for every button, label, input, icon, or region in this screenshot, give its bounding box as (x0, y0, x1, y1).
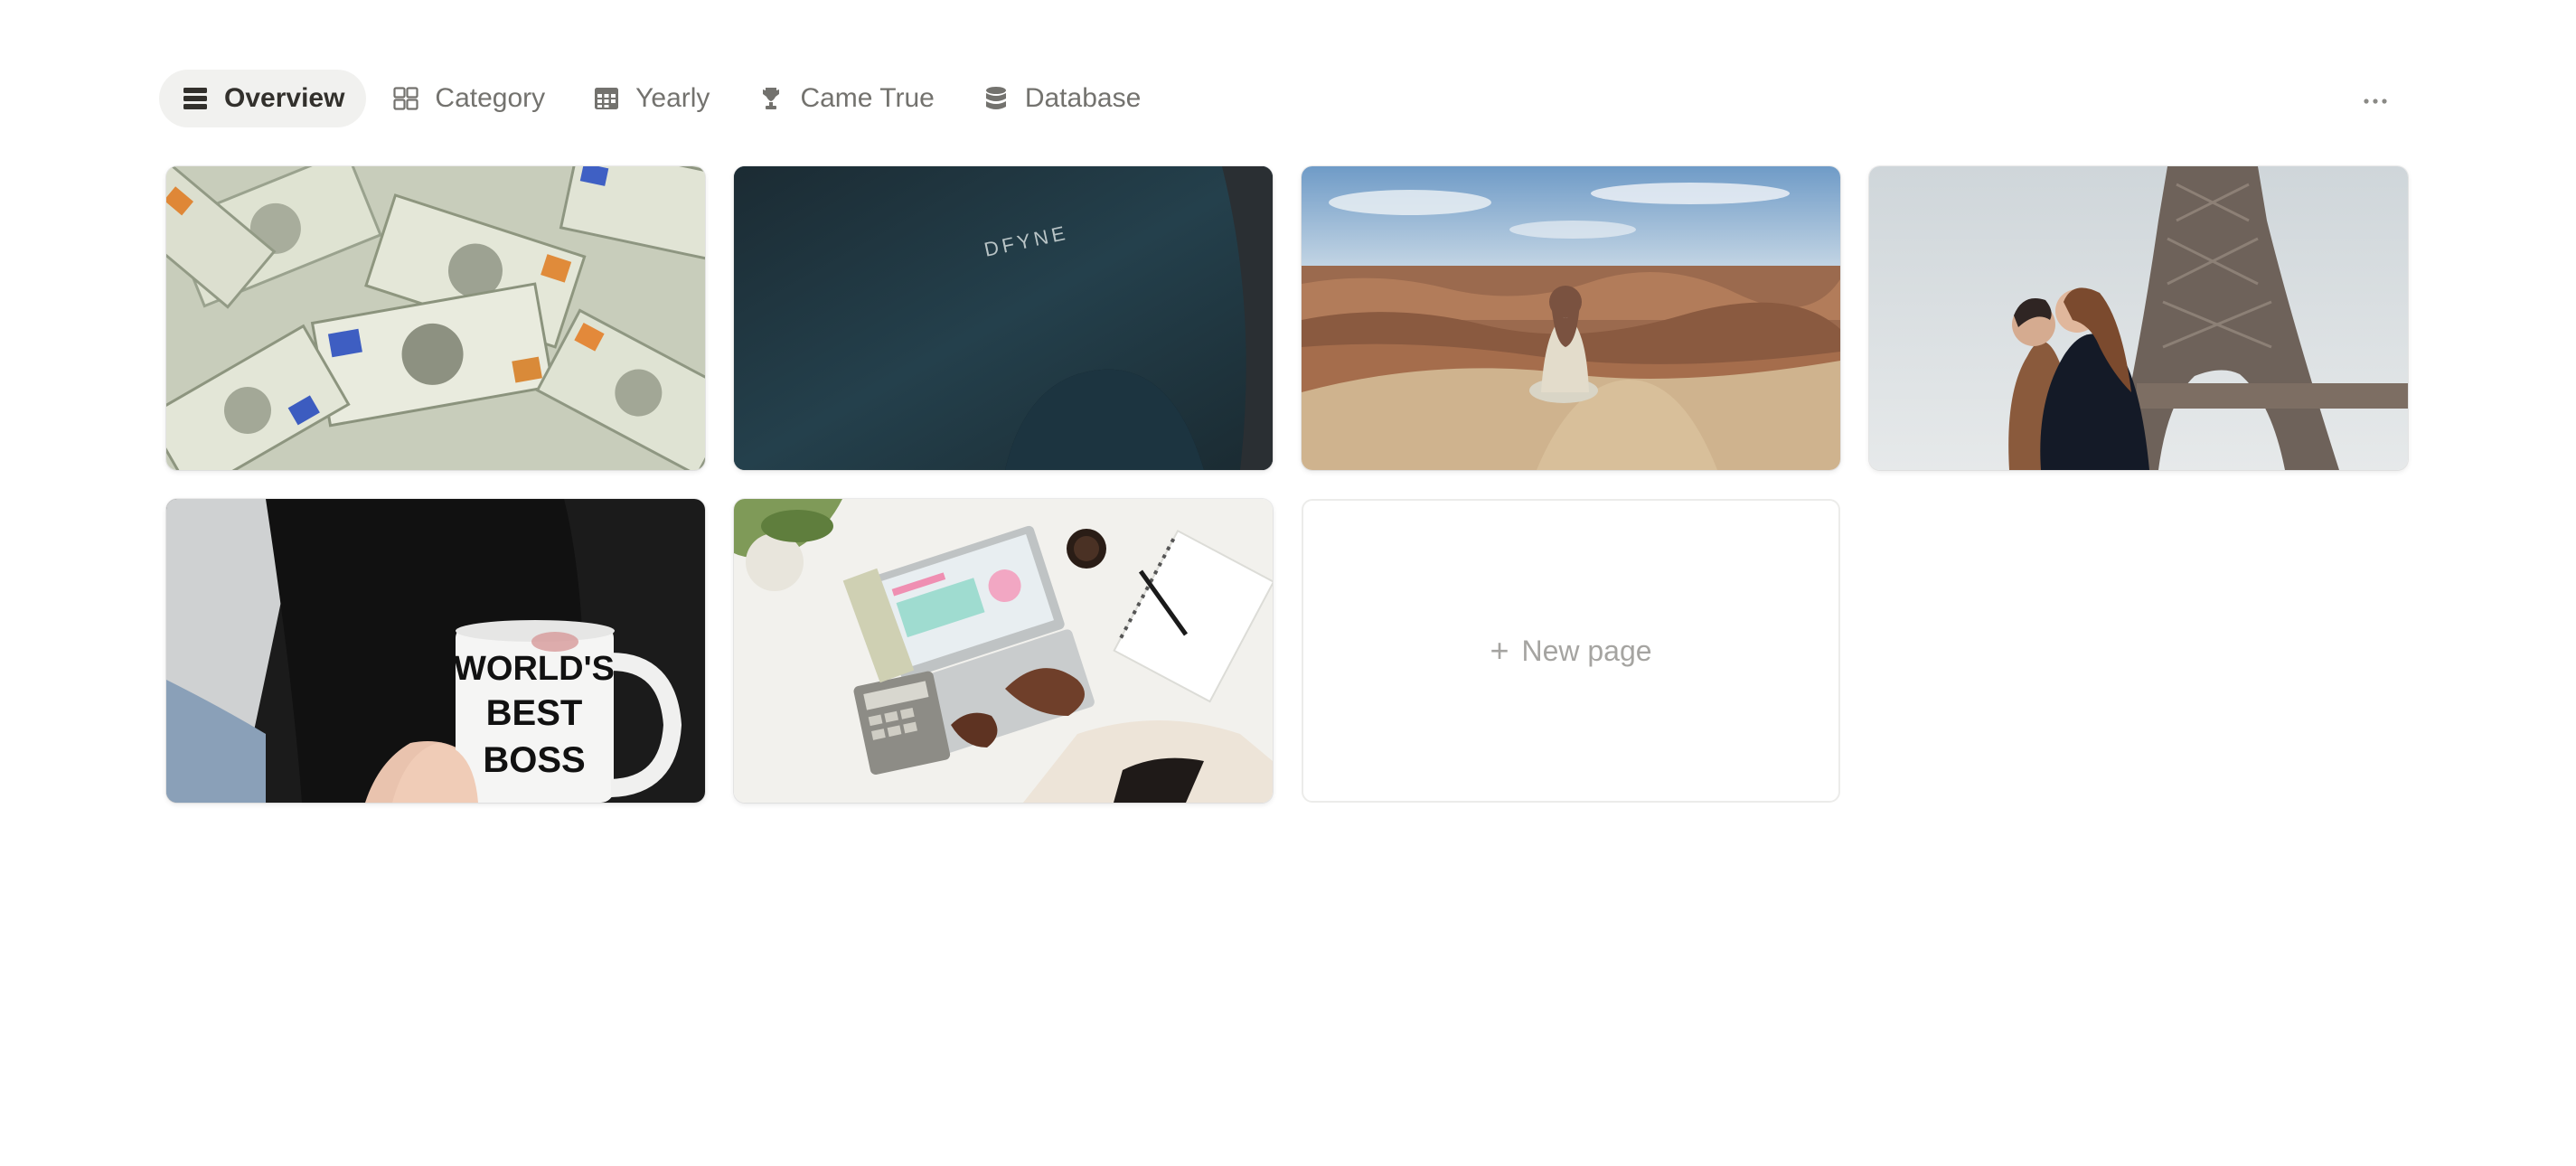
gallery-card-canyon[interactable] (1302, 166, 1840, 470)
new-page-label: New page (1521, 634, 1652, 667)
gallery-card-money[interactable] (166, 166, 705, 470)
gallery-card-leggings[interactable]: DFYNE (734, 166, 1273, 470)
mug-line-1: WORLD'S (454, 650, 615, 688)
tab-came-true[interactable]: Came True (735, 70, 955, 127)
gallery-card-boss-mug[interactable]: WORLD'S BEST BOSS (166, 499, 705, 803)
gallery-card-laptop[interactable] (734, 499, 1273, 803)
tab-label: Yearly (635, 83, 710, 113)
tab-label: Database (1024, 83, 1142, 113)
tab-label: Overview (224, 83, 345, 113)
gallery-grid: DFYNE WORLD'S BEST BOSS + New page (166, 166, 2410, 803)
boss-mug-cover-image: WORLD'S BEST BOSS (166, 499, 705, 803)
tab-label: Came True (800, 83, 935, 113)
tab-label: Category (435, 83, 546, 113)
mug-line-2: BEST (486, 693, 583, 733)
plus-icon: + (1490, 632, 1509, 669)
tab-overview[interactable]: Overview (159, 70, 367, 127)
canyon-cover-image (1302, 166, 1840, 470)
tab-category[interactable]: Category (370, 70, 567, 127)
trophy-icon (757, 84, 785, 113)
database-icon (982, 84, 1011, 113)
gallery-grid-icon (391, 84, 420, 113)
laptop-desk-cover-image (734, 499, 1273, 803)
money-cover-image (166, 166, 705, 470)
more-options-button[interactable] (2355, 81, 2395, 121)
new-page-card[interactable]: + New page (1302, 499, 1840, 803)
tab-database[interactable]: Database (960, 70, 1162, 127)
leggings-cover-image: DFYNE (734, 166, 1273, 470)
tab-yearly[interactable]: Yearly (570, 70, 731, 127)
calendar-grid-icon (592, 84, 621, 113)
table-list-icon (181, 84, 210, 113)
gallery-page: Overview Category Yearly Came True Datab… (0, 0, 2576, 1166)
mug-line-3: BOSS (483, 740, 585, 780)
eiffel-cover-image (1869, 166, 2408, 470)
more-horizontal-icon (2364, 99, 2387, 104)
gallery-card-eiffel[interactable] (1869, 166, 2408, 470)
view-tabs: Overview Category Yearly Came True Datab… (159, 69, 1166, 128)
